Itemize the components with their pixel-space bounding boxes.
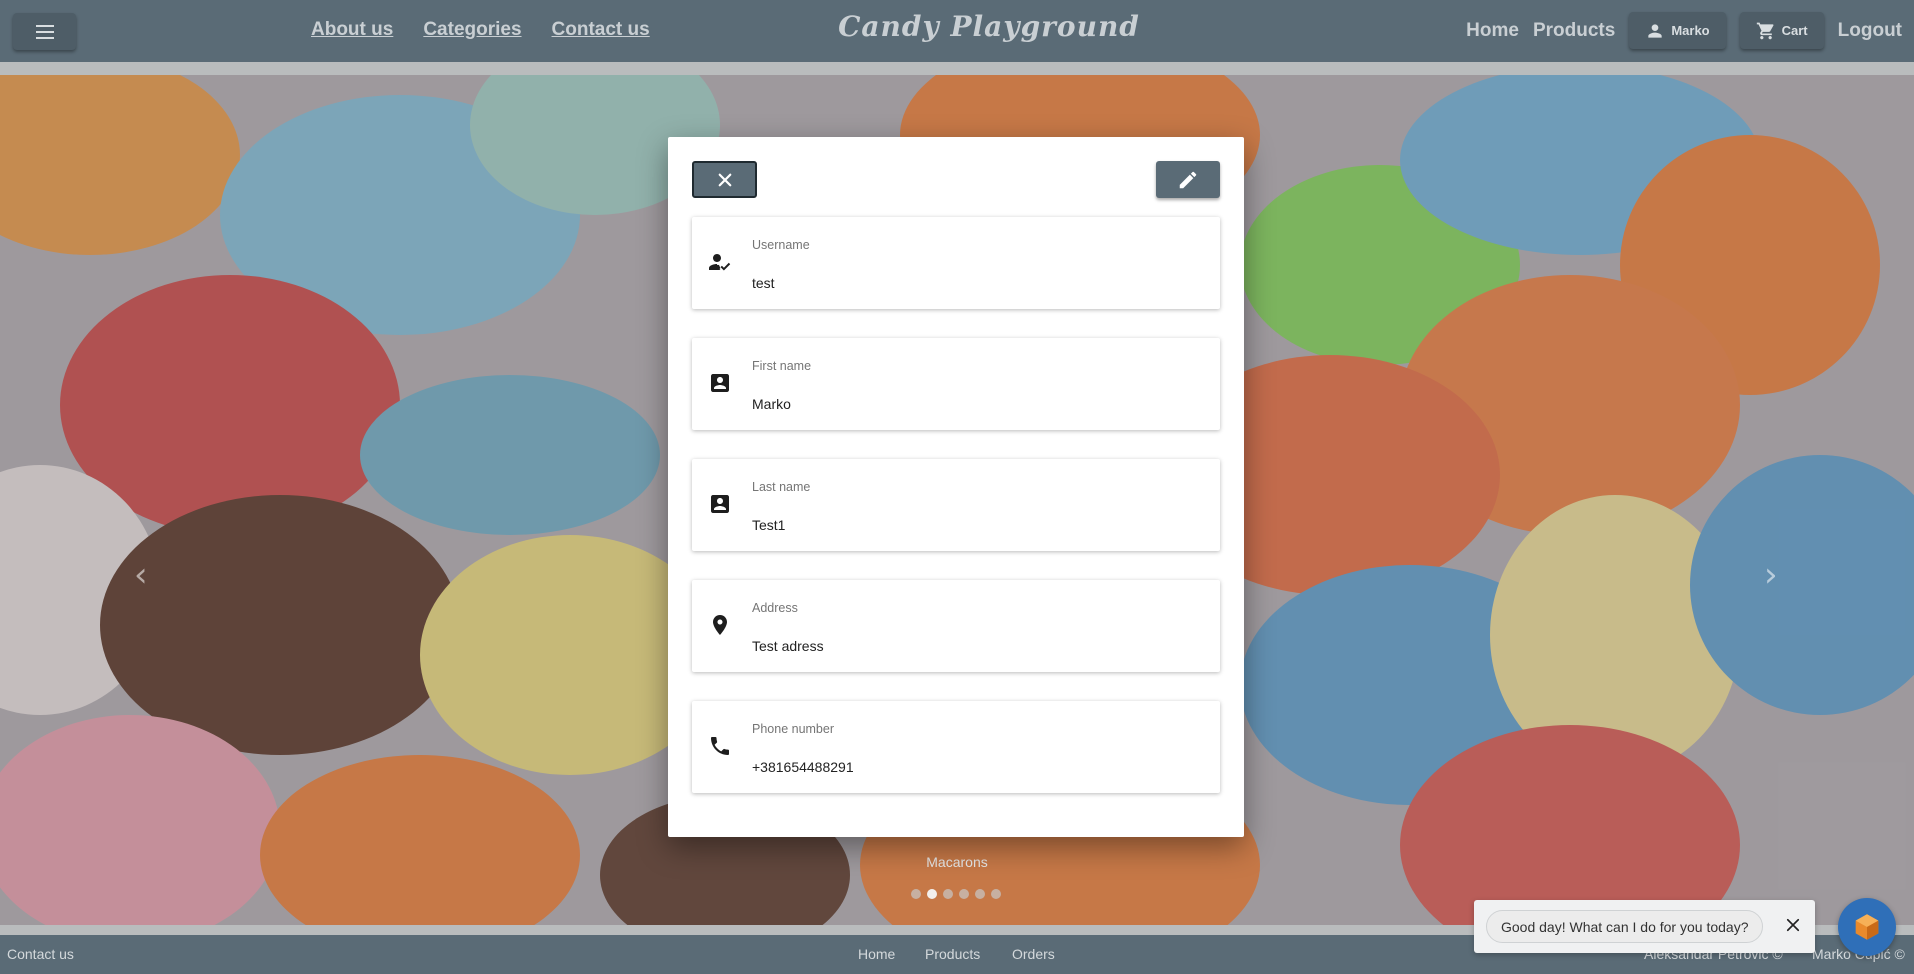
user-button-label: Marko (1671, 23, 1710, 38)
chat-greeting-bubble[interactable]: Good day! What can I do for you today? (1486, 910, 1764, 943)
nav-right: Home Products Marko Cart Logout (1466, 12, 1902, 49)
footer-contact-us[interactable]: Contact us (7, 946, 74, 962)
last-name-field: Last name Test1 (692, 459, 1220, 551)
cart-icon (1756, 22, 1774, 39)
footer-link-products[interactable]: Products (925, 946, 980, 962)
field-value: test (752, 275, 775, 291)
user-profile-button[interactable]: Marko (1629, 12, 1726, 49)
footer-link-orders[interactable]: Orders (1012, 946, 1055, 962)
nav-products[interactable]: Products (1533, 20, 1615, 42)
address-field: Address Test adress (692, 580, 1220, 672)
username-field: Username test (692, 217, 1220, 309)
chevron-right-icon[interactable]: › (1764, 555, 1778, 595)
carousel-indicator-dot[interactable] (927, 889, 937, 899)
header-divider (0, 62, 1914, 75)
pencil-icon (1179, 171, 1197, 188)
top-navbar: About us Categories Contact us Candy Pla… (0, 0, 1914, 62)
contact-card-icon (708, 371, 732, 395)
contact-card-icon (708, 492, 732, 516)
chat-popup: Good day! What can I do for you today? (1474, 900, 1815, 953)
carousel-indicator-dot[interactable] (959, 889, 969, 899)
chevron-left-icon[interactable]: ‹ (134, 555, 148, 595)
phone-icon (708, 734, 732, 758)
carousel-indicator-dot[interactable] (943, 889, 953, 899)
location-pin-icon (708, 613, 732, 637)
close-icon[interactable] (1780, 912, 1806, 938)
field-label: Username (752, 238, 810, 252)
field-value: +381654488291 (752, 759, 854, 775)
carousel-indicator-dot[interactable] (991, 889, 1001, 899)
cart-button-label: Cart (1781, 23, 1808, 38)
close-modal-button[interactable] (692, 161, 757, 198)
carousel-caption: Macarons (926, 854, 988, 870)
field-label: Address (752, 601, 798, 615)
first-name-field: First name Marko (692, 338, 1220, 430)
profile-modal: Username test First name Marko Last name… (668, 137, 1244, 837)
cart-button[interactable]: Cart (1739, 12, 1824, 49)
nav-home[interactable]: Home (1466, 20, 1519, 42)
field-value: Test adress (752, 638, 824, 654)
nav-logout[interactable]: Logout (1838, 20, 1902, 42)
chatbot-avatar-icon[interactable] (1838, 898, 1896, 956)
close-icon (718, 173, 731, 186)
field-label: Phone number (752, 722, 835, 736)
field-label: First name (752, 359, 812, 373)
carousel-indicator-dot[interactable] (911, 889, 921, 899)
footer-link-home[interactable]: Home (858, 946, 895, 962)
carousel-indicators (911, 889, 1001, 899)
edit-profile-button[interactable] (1156, 161, 1220, 198)
field-label: Last name (752, 480, 811, 494)
person-check-icon (708, 250, 732, 274)
field-value: Test1 (752, 517, 786, 533)
person-icon (1648, 23, 1662, 38)
carousel-indicator-dot[interactable] (975, 889, 985, 899)
field-value: Marko (752, 396, 791, 412)
phone-number-field: Phone number +381654488291 (692, 701, 1220, 793)
